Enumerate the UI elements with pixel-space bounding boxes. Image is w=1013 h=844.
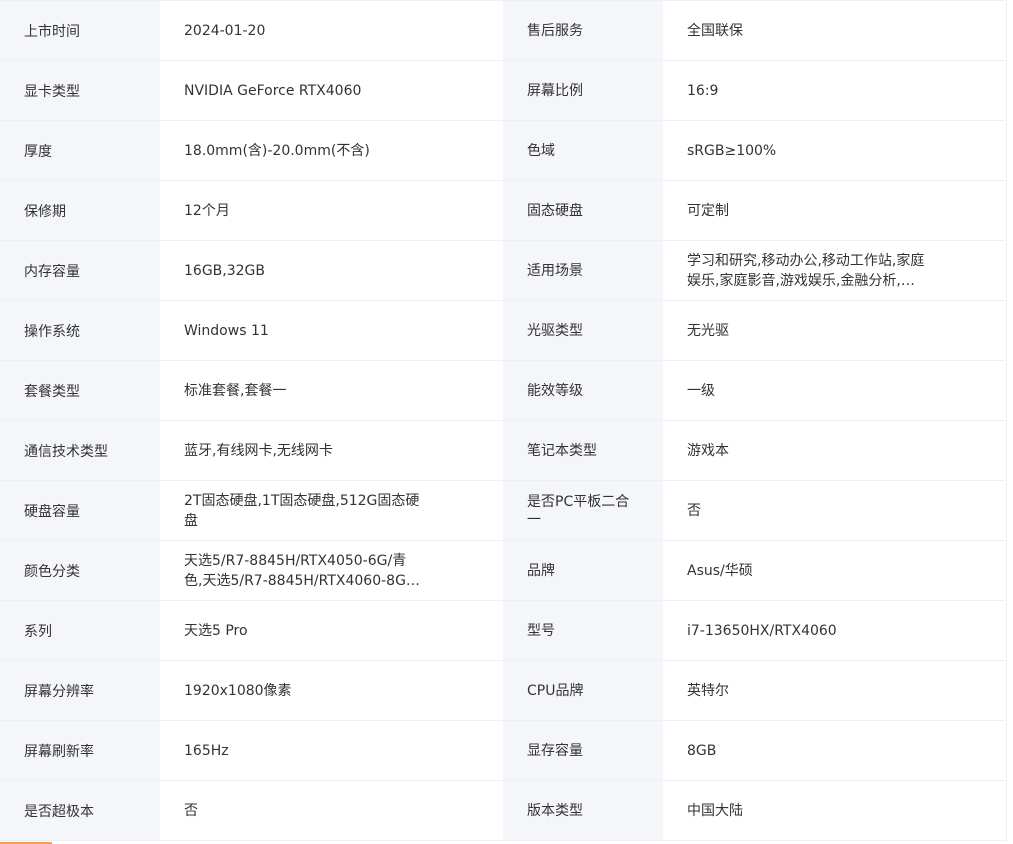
- spec-value: 1920x1080像素: [160, 660, 503, 721]
- spec-label: 能效等级: [503, 360, 663, 421]
- table-row: 系列 天选5 Pro 型号 i7-13650HX/RTX4060: [0, 600, 1007, 661]
- spec-label: 笔记本类型: [503, 420, 663, 481]
- spec-value: 否: [160, 780, 503, 841]
- spec-value: 中国大陆: [663, 780, 1007, 841]
- spec-value: Asus/华硕: [663, 540, 1007, 601]
- spec-label: 色域: [503, 120, 663, 181]
- spec-label: 屏幕比例: [503, 60, 663, 121]
- spec-value: NVIDIA GeForce RTX4060: [160, 60, 503, 121]
- spec-table: 上市时间 2024-01-20 售后服务 全国联保 显卡类型 NVIDIA Ge…: [0, 0, 1007, 841]
- spec-label: 是否超极本: [0, 780, 160, 841]
- table-row: 显卡类型 NVIDIA GeForce RTX4060 屏幕比例 16:9: [0, 60, 1007, 121]
- table-row: 硬盘容量 2T固态硬盘,1T固态硬盘,512G固态硬盘 是否PC平板二合一 否: [0, 480, 1007, 541]
- table-row: 厚度 18.0mm(含)-20.0mm(不含) 色域 sRGB≥100%: [0, 120, 1007, 181]
- spec-value: sRGB≥100%: [663, 120, 1007, 181]
- spec-value: 天选5 Pro: [160, 600, 503, 661]
- spec-label: 光驱类型: [503, 300, 663, 361]
- spec-value: 游戏本: [663, 420, 1007, 481]
- spec-label: 版本类型: [503, 780, 663, 841]
- table-row: 颜色分类 天选5/R7-8845H/RTX4050-6G/青色,天选5/R7-8…: [0, 540, 1007, 601]
- spec-value: 18.0mm(含)-20.0mm(不含): [160, 120, 503, 181]
- spec-value: 蓝牙,有线网卡,无线网卡: [160, 420, 503, 481]
- spec-label: 厚度: [0, 120, 160, 181]
- table-row: 屏幕刷新率 165Hz 显存容量 8GB: [0, 720, 1007, 781]
- spec-value: 全国联保: [663, 0, 1007, 61]
- spec-value: 8GB: [663, 720, 1007, 781]
- spec-label: 颜色分类: [0, 540, 160, 601]
- spec-value: 16:9: [663, 60, 1007, 121]
- spec-value: 天选5/R7-8845H/RTX4050-6G/青色,天选5/R7-8845H/…: [160, 540, 503, 601]
- spec-label: 保修期: [0, 180, 160, 241]
- spec-value: 16GB,32GB: [160, 240, 503, 301]
- spec-value: 2T固态硬盘,1T固态硬盘,512G固态硬盘: [160, 480, 503, 541]
- spec-label: 固态硬盘: [503, 180, 663, 241]
- spec-label: 套餐类型: [0, 360, 160, 421]
- spec-value: i7-13650HX/RTX4060: [663, 600, 1007, 661]
- table-row: 通信技术类型 蓝牙,有线网卡,无线网卡 笔记本类型 游戏本: [0, 420, 1007, 481]
- spec-label: 是否PC平板二合一: [503, 480, 663, 541]
- spec-value: 英特尔: [663, 660, 1007, 721]
- spec-value: Windows 11: [160, 300, 503, 361]
- table-row: 保修期 12个月 固态硬盘 可定制: [0, 180, 1007, 241]
- spec-label: 型号: [503, 600, 663, 661]
- spec-label: 屏幕刷新率: [0, 720, 160, 781]
- table-row: 操作系统 Windows 11 光驱类型 无光驱: [0, 300, 1007, 361]
- spec-value: 2024-01-20: [160, 0, 503, 61]
- spec-label: 上市时间: [0, 0, 160, 61]
- spec-label: 品牌: [503, 540, 663, 601]
- spec-label: CPU品牌: [503, 660, 663, 721]
- spec-value: 无光驱: [663, 300, 1007, 361]
- spec-label: 内存容量: [0, 240, 160, 301]
- table-row: 套餐类型 标准套餐,套餐一 能效等级 一级: [0, 360, 1007, 421]
- spec-label: 售后服务: [503, 0, 663, 61]
- spec-value: 否: [663, 480, 1007, 541]
- table-row: 是否超极本 否 版本类型 中国大陆: [0, 780, 1007, 841]
- spec-table-body: 上市时间 2024-01-20 售后服务 全国联保 显卡类型 NVIDIA Ge…: [0, 0, 1007, 841]
- spec-value: 学习和研究,移动办公,移动工作站,家庭娱乐,家庭影音,游戏娱乐,金融分析,内…: [663, 240, 1007, 301]
- table-row: 内存容量 16GB,32GB 适用场景 学习和研究,移动办公,移动工作站,家庭娱…: [0, 240, 1007, 301]
- table-row: 屏幕分辨率 1920x1080像素 CPU品牌 英特尔: [0, 660, 1007, 721]
- spec-label: 适用场景: [503, 240, 663, 301]
- spec-label: 系列: [0, 600, 160, 661]
- spec-label: 屏幕分辨率: [0, 660, 160, 721]
- spec-value: 12个月: [160, 180, 503, 241]
- table-row: 上市时间 2024-01-20 售后服务 全国联保: [0, 0, 1007, 61]
- spec-value: 165Hz: [160, 720, 503, 781]
- spec-value: 一级: [663, 360, 1007, 421]
- spec-value: 可定制: [663, 180, 1007, 241]
- spec-label: 显存容量: [503, 720, 663, 781]
- spec-label: 操作系统: [0, 300, 160, 361]
- spec-label: 硬盘容量: [0, 480, 160, 541]
- spec-label: 显卡类型: [0, 60, 160, 121]
- spec-value: 标准套餐,套餐一: [160, 360, 503, 421]
- spec-label: 通信技术类型: [0, 420, 160, 481]
